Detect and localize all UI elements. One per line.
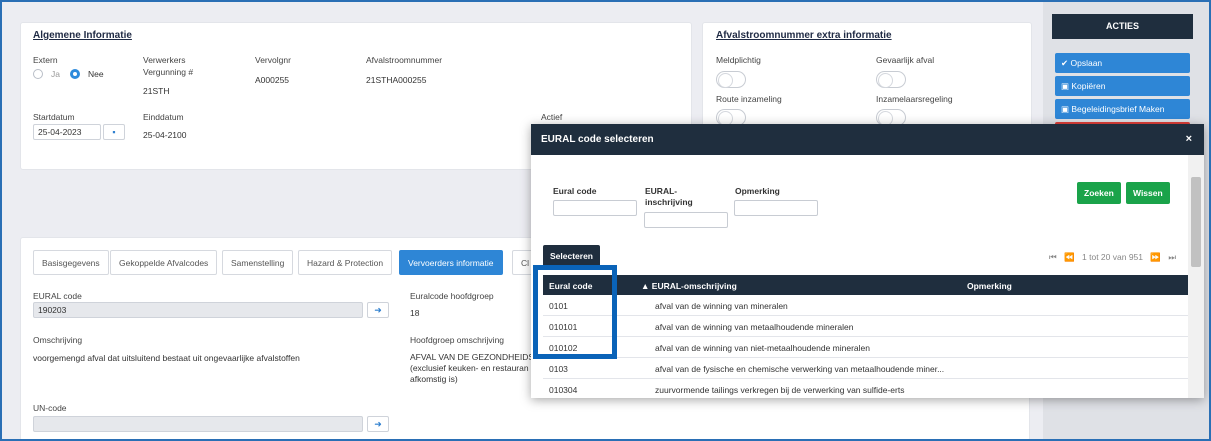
filter-eural-code-label: Eural code	[553, 186, 597, 196]
eural-code-arrow-button[interactable]: ➜	[367, 302, 389, 318]
inzamelaarsregeling-label: Inzamelaarsregeling	[876, 94, 953, 104]
tab-vervoerders-informatie[interactable]: Vervoerders informatie	[399, 250, 503, 275]
omschrijving-label: Omschrijving	[33, 335, 83, 345]
calendar-button[interactable]: ▪	[103, 124, 125, 140]
startdatum-label: Startdatum	[33, 112, 75, 122]
row-desc: afval van de fysische en chemische verwe…	[655, 364, 945, 374]
arrow-right-icon: ➜	[374, 305, 382, 315]
euralcode-hoofdgroep-value: 18	[410, 308, 420, 318]
col-opmerking[interactable]: Opmerking	[967, 281, 1012, 291]
actief-label: Actief	[541, 112, 563, 122]
filter-opmerking-label: Opmerking	[735, 186, 780, 196]
hoofdgroep-omschrijving-line2: (exclusief keuken- en restauran	[410, 363, 529, 373]
tab-basisgegevens[interactable]: Basisgegevens	[33, 250, 109, 275]
filter-inschrijving-label2: inschrijving	[645, 197, 693, 207]
pagination: ⏮ ⏪ 1 tot 20 van 951 ⏩ ⏭	[1044, 252, 1176, 263]
col-eural-omschrijving[interactable]: ▲ EURAL-omschrijving	[641, 281, 737, 291]
table-row[interactable]: 0101 afval van de winning van mineralen	[543, 295, 1189, 316]
tab-gekoppelde-afvalcodes[interactable]: Gekoppelde Afvalcodes	[110, 250, 218, 275]
einddatum-label: Einddatum	[143, 112, 184, 122]
extern-label: Extern	[33, 55, 58, 65]
afvalstroomnummer-label: Afvalstroomnummer	[366, 55, 443, 65]
hoofdgroep-omschrijving-line1: AFVAL VAN DE GEZONDHEIDSZ	[410, 352, 540, 362]
meldplichtig-label: Meldplichtig	[716, 55, 761, 65]
afvalstroomnummer-value: 21STHA000255	[366, 75, 427, 85]
tab-hazard-protection[interactable]: Hazard & Protection	[298, 250, 393, 275]
selecteren-button[interactable]: Selecteren	[543, 245, 600, 267]
opslaan-button[interactable]: ✔ Opslaan	[1055, 53, 1190, 73]
table-row[interactable]: 0103 afval van de fysische en chemische v…	[543, 358, 1189, 379]
extern-nee-radio[interactable]	[70, 69, 80, 79]
meldplichtig-toggle[interactable]	[716, 71, 746, 88]
filter-inschrijving-label1: EURAL-	[645, 186, 678, 196]
vervolgnr-value: A000255	[255, 75, 290, 85]
row-code: 010304	[549, 385, 578, 395]
pager-text: 1 tot 20 van 951	[1082, 252, 1143, 262]
un-code-label: UN-code	[33, 403, 67, 413]
last-page-icon[interactable]: ⏭	[1168, 252, 1176, 262]
euralcode-hoofdgroep-label: Euralcode hoofdgroep	[410, 291, 494, 301]
row-desc: afval van de winning van mineralen	[655, 301, 788, 311]
startdatum-input[interactable]: 25-04-2023	[33, 124, 101, 140]
wissen-button[interactable]: Wissen	[1126, 182, 1170, 204]
row-desc: zuurvormende tailings verkregen bij de v…	[655, 385, 905, 395]
vergunning-value: 21STH	[143, 86, 170, 96]
omschrijving-value: voorgemengd afval dat uitsluitend bestaa…	[33, 353, 300, 363]
einddatum-value: 25-04-2100	[143, 130, 187, 140]
eural-code-label: EURAL code	[33, 291, 82, 301]
verwerkers-label: Verwerkers	[143, 55, 186, 65]
algemene-informatie-title: Algemene Informatie	[33, 30, 132, 41]
vergunning-label: Vergunning #	[143, 67, 194, 77]
modal-title: EURAL code selecteren	[541, 134, 654, 145]
hoofdgroep-omschrijving-line3: afkomstig is)	[410, 374, 458, 384]
modal-header: EURAL code selecteren	[531, 124, 1204, 155]
eural-code-column-highlight	[533, 265, 617, 359]
filter-eural-code-input[interactable]	[553, 200, 637, 216]
close-icon[interactable]: ×	[1186, 133, 1192, 145]
row-desc: afval van de winning van niet-metaalhoud…	[655, 343, 871, 353]
row-code: 0103	[549, 364, 568, 374]
gevaarlijk-afval-label: Gevaarlijk afval	[876, 55, 935, 65]
route-inzameling-label: Route inzameling	[716, 94, 782, 104]
begeleidingsbrief-button[interactable]: ▣ Begeleidingsbrief Maken	[1055, 99, 1190, 119]
extern-ja-radio[interactable]	[33, 69, 43, 79]
kopieren-button[interactable]: ▣ Kopiëren	[1055, 76, 1190, 96]
arrow-right-icon: ➜	[374, 419, 382, 429]
gevaarlijk-afval-toggle[interactable]	[876, 71, 906, 88]
first-page-icon[interactable]: ⏮	[1049, 252, 1057, 262]
modal-scrollbar[interactable]	[1188, 155, 1204, 398]
extra-informatie-title: Afvalstroomnummer extra informatie	[716, 30, 892, 41]
prev-page-icon[interactable]: ⏪	[1064, 252, 1075, 262]
filter-inschrijving-input[interactable]	[644, 212, 728, 228]
eural-code-modal: EURAL code selecteren × Eural code EURAL…	[531, 124, 1204, 398]
next-page-icon[interactable]: ⏩	[1150, 252, 1161, 262]
extern-ja-label: Ja	[51, 69, 60, 79]
hoofdgroep-omschrijving-label: Hoofdgroep omschrijving	[410, 335, 505, 345]
table-row[interactable]: 010304 zuurvormende tailings verkregen bi…	[543, 379, 1189, 398]
vervolgnr-label: Vervolgnr	[255, 55, 291, 65]
extern-nee-label: Nee	[88, 69, 104, 79]
calendar-icon: ▪	[112, 127, 116, 137]
table-row[interactable]: 010102 afval van de winning van niet-meta…	[543, 337, 1189, 358]
acties-header: ACTIES	[1052, 14, 1193, 39]
un-code-field[interactable]	[33, 416, 363, 432]
table-row[interactable]: 010101 afval van de winning van metaalhou…	[543, 316, 1189, 337]
table-header: Eural code ▲ EURAL-omschrijving Opmerkin…	[543, 275, 1189, 295]
eural-code-field: 190203	[33, 302, 363, 318]
scrollbar-thumb[interactable]	[1191, 177, 1201, 267]
filter-opmerking-input[interactable]	[734, 200, 818, 216]
tab-samenstelling[interactable]: Samenstelling	[222, 250, 294, 275]
zoeken-button[interactable]: Zoeken	[1077, 182, 1121, 204]
row-desc: afval van de winning van metaalhoudende …	[655, 322, 854, 332]
un-code-arrow-button[interactable]: ➜	[367, 416, 389, 432]
